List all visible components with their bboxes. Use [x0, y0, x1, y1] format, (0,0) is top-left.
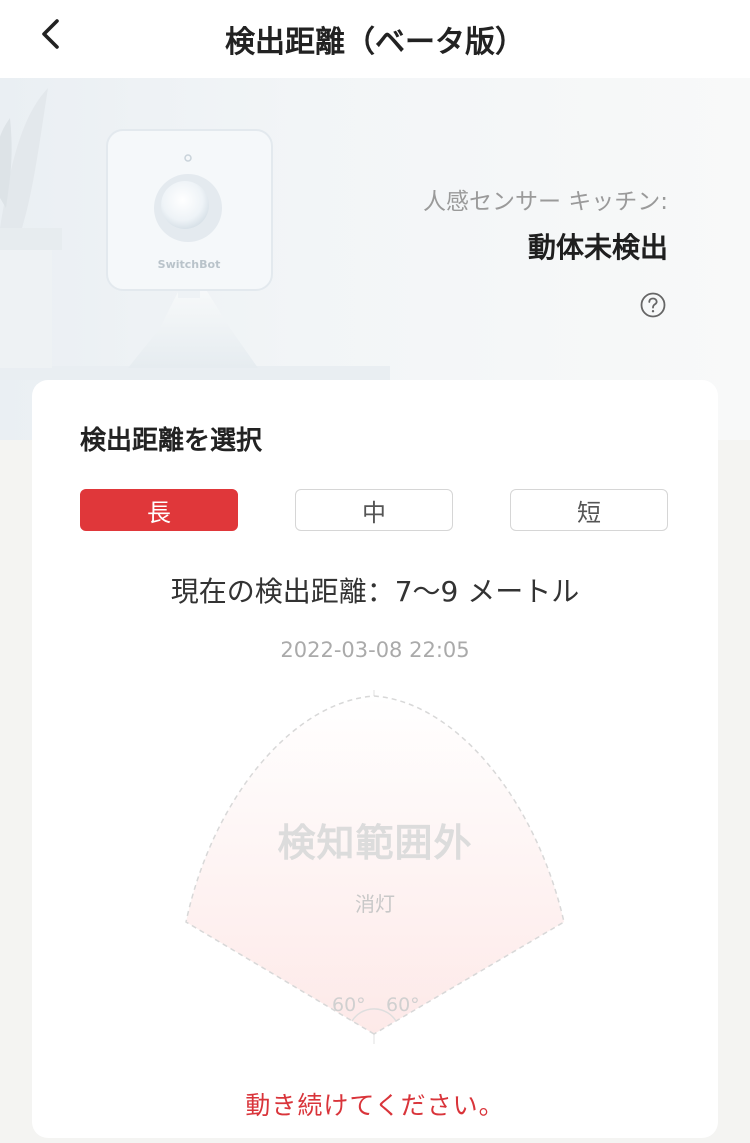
help-button[interactable] — [639, 291, 667, 319]
range-medium-button[interactable]: 中 — [295, 489, 453, 531]
timestamp: 2022-03-08 22:05 — [280, 638, 470, 662]
angle-left-label: 60° — [332, 994, 366, 1016]
light-state-label: 消灯 — [355, 892, 395, 916]
detection-distance-card: 検出距離を選択 長 中 短 現在の検出距離：7〜9 メートル 2022-03-0… — [32, 380, 718, 1138]
detection-range-diagram — [185, 690, 565, 1044]
current-distance: 現在の検出距離：7〜9 メートル — [170, 575, 580, 608]
back-button[interactable] — [28, 14, 72, 58]
page-title: 検出距離（ベータ版） — [225, 25, 525, 60]
chevron-left-icon — [37, 17, 63, 55]
device-logo: SwitchBot — [158, 258, 221, 271]
range-state-label: 検知範囲外 — [277, 821, 473, 865]
header-bar: 検出距離（ベータ版） — [0, 0, 750, 78]
angle-right-label: 60° — [386, 994, 420, 1016]
range-short-button[interactable]: 短 — [510, 489, 668, 531]
question-circle-icon — [639, 292, 667, 323]
motion-status: 動体未検出 — [527, 231, 668, 264]
range-long-button[interactable]: 長 — [80, 489, 238, 531]
sensor-name: 人感センサー キッチン: — [422, 189, 668, 215]
card-title: 検出距離を選択 — [80, 426, 263, 456]
instruction-text: 動き続けてください。 — [245, 1091, 505, 1120]
